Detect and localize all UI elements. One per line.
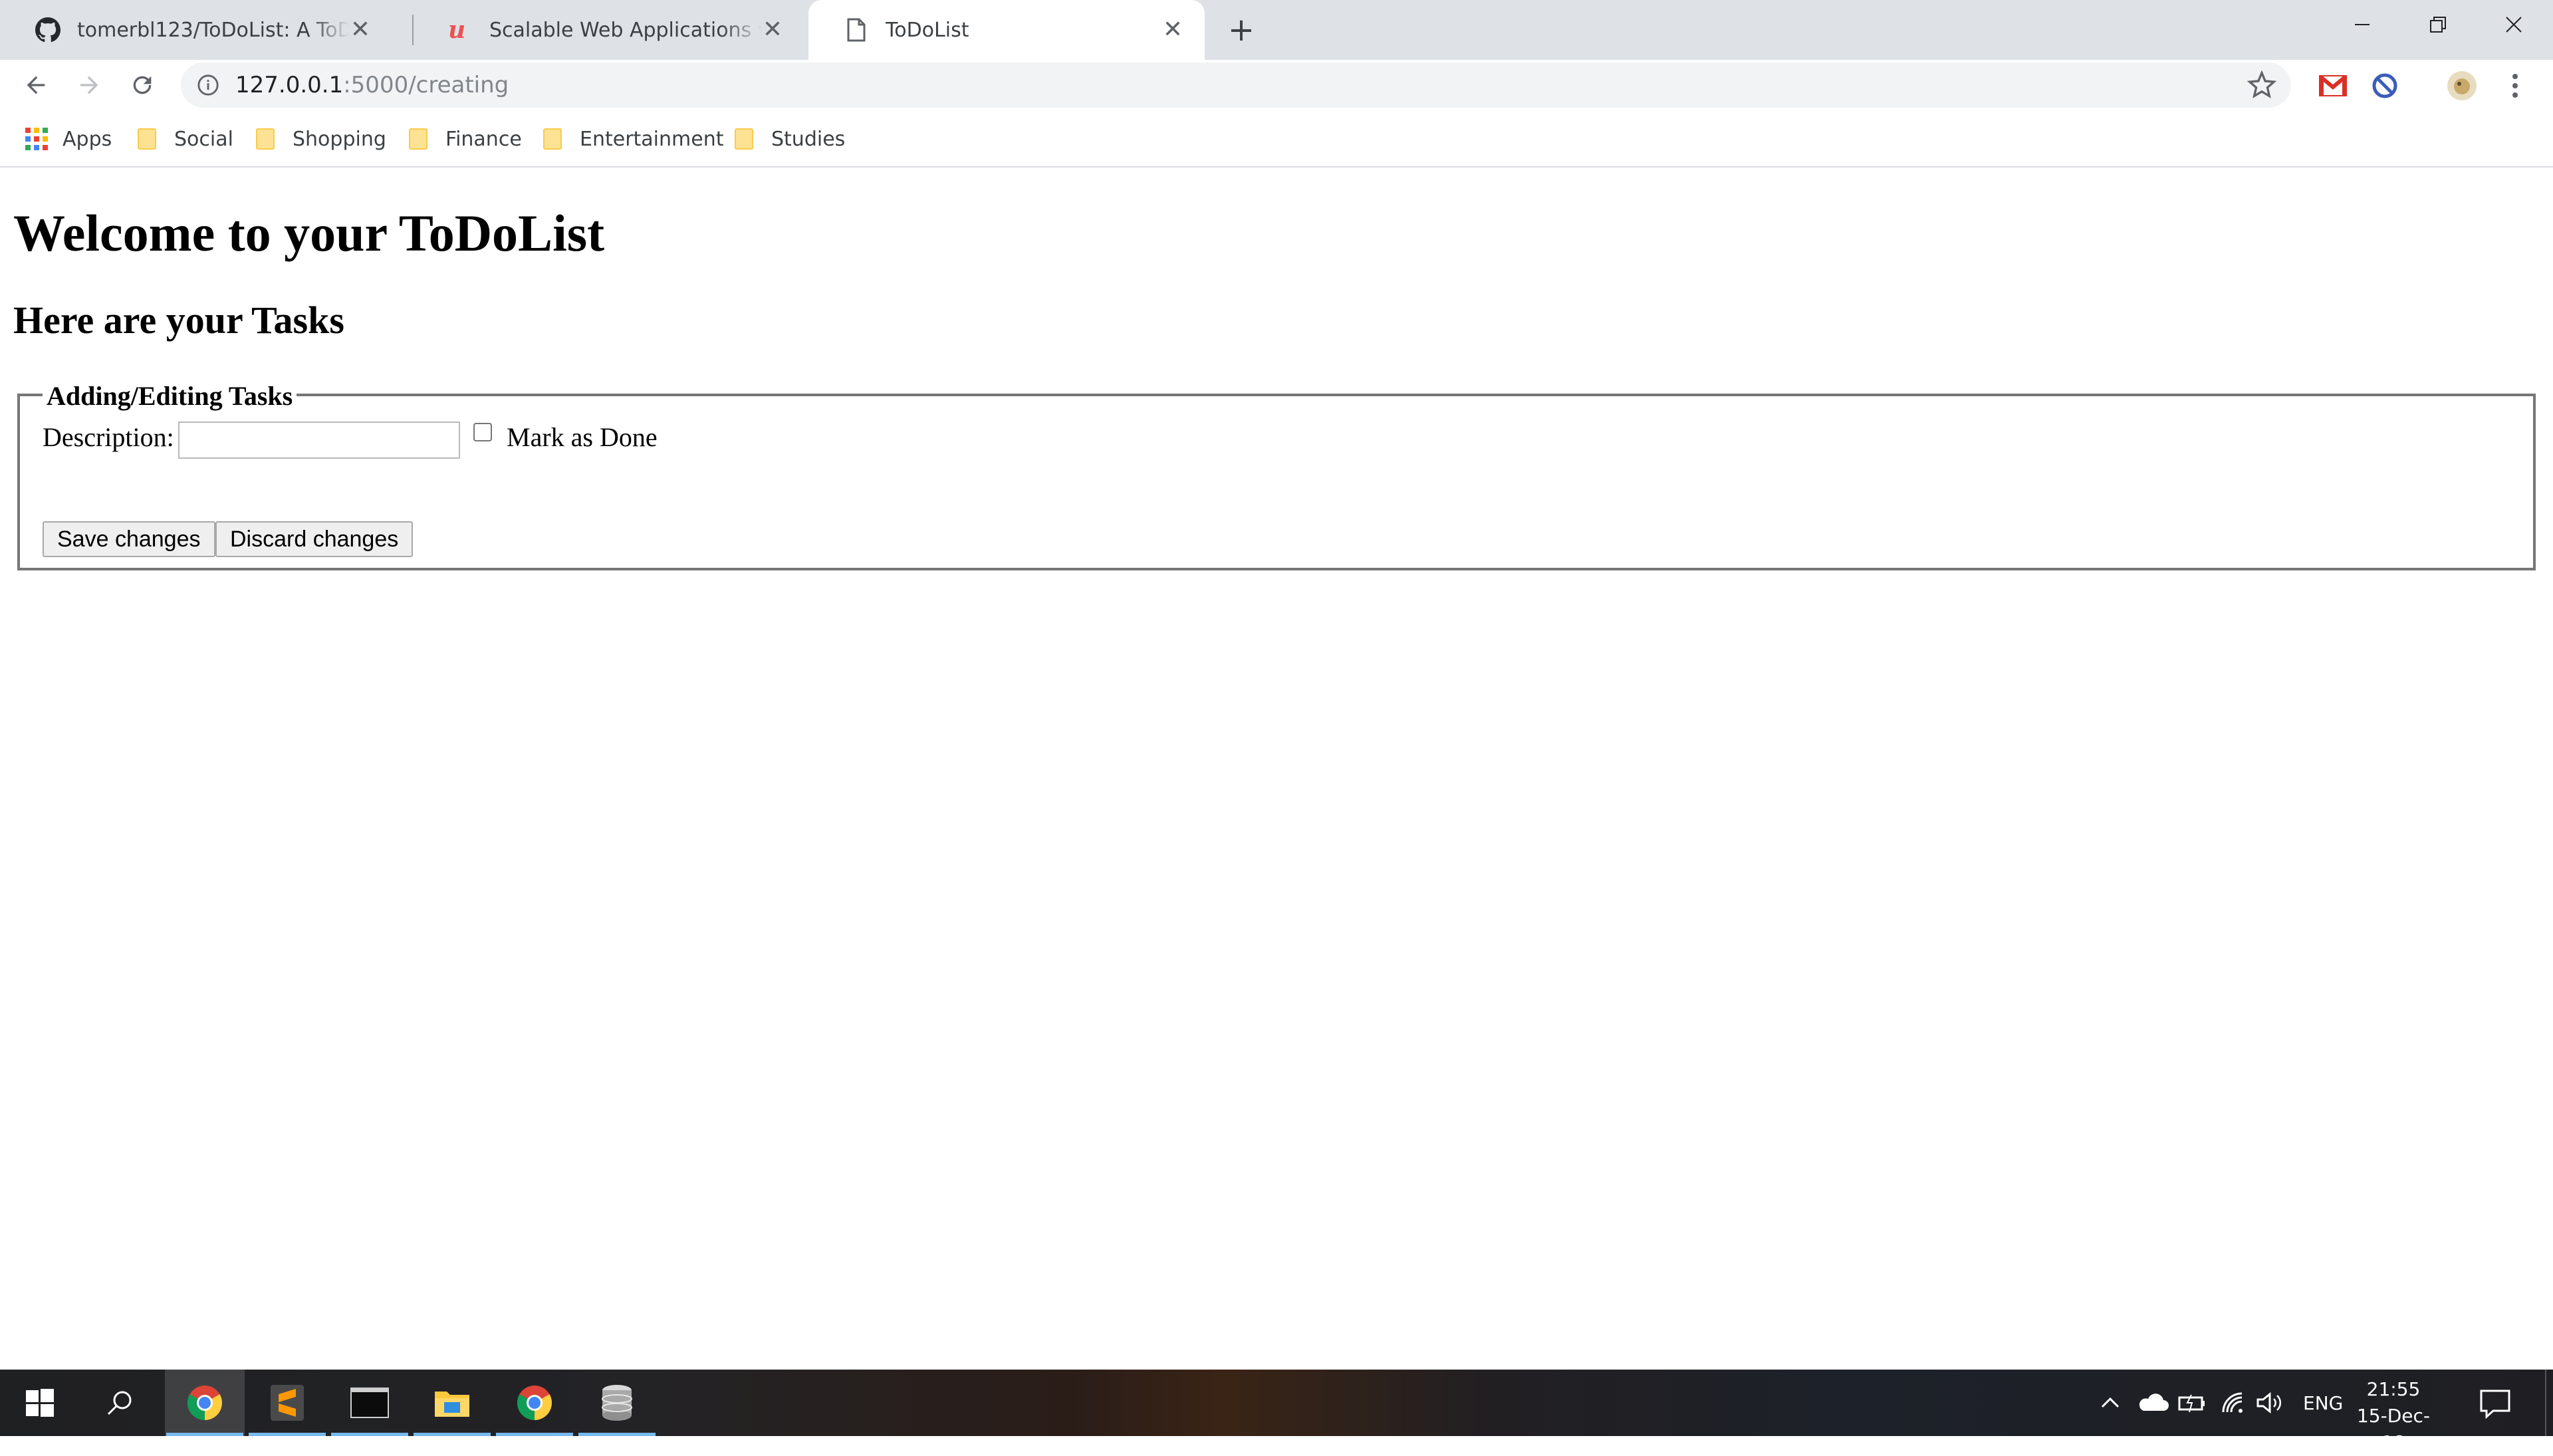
taskbar-chrome-2[interactable]: [495, 1370, 574, 1436]
start-button[interactable]: [0, 1370, 80, 1436]
taskbar-file-explorer[interactable]: [412, 1370, 492, 1436]
mark-as-done-label: Mark as Done: [507, 422, 658, 452]
profile-avatar[interactable]: [2445, 69, 2479, 102]
folder-icon: [256, 128, 275, 150]
svg-text:u: u: [448, 17, 465, 43]
page-subtitle: Here are your Tasks: [13, 299, 344, 342]
tray-show-hidden-icon[interactable]: [2098, 1370, 2122, 1436]
bookmark-entertainment[interactable]: Entertainment: [543, 122, 723, 156]
folder-icon: [735, 128, 753, 150]
github-icon: [35, 17, 61, 43]
chrome-icon: [517, 1386, 552, 1420]
browser-tabstrip: tomerbl123/ToDoList: A ToDoList ✕ u Scal…: [0, 0, 2553, 60]
browser-menu-button[interactable]: [2498, 69, 2532, 102]
tab-todolist[interactable]: ToDoList ✕: [808, 0, 1205, 60]
language-label: ENG: [2303, 1392, 2344, 1414]
close-tab-icon[interactable]: ✕: [759, 17, 786, 43]
bookmark-label: Shopping: [293, 127, 386, 151]
show-desktop-button[interactable]: [2545, 1370, 2553, 1436]
forward-arrow-icon: [80, 76, 98, 94]
volume-icon[interactable]: [2255, 1370, 2284, 1436]
browser-toolbar: 127.0.0.1:5000/creating: [0, 60, 2553, 110]
battery-icon[interactable]: [2177, 1370, 2207, 1436]
file-explorer-icon: [435, 1392, 469, 1417]
database-icon: [602, 1385, 632, 1421]
search-button[interactable]: [80, 1370, 160, 1436]
system-clock[interactable]: 21:55 15-Dec-18: [2347, 1376, 2440, 1456]
folder-icon: [543, 128, 562, 150]
info-icon: [197, 74, 219, 96]
close-window-button[interactable]: [2476, 0, 2552, 49]
bookmark-label: Apps: [62, 127, 112, 151]
discard-changes-button[interactable]: Discard changes: [215, 521, 414, 557]
mark-as-done-checkbox[interactable]: [473, 423, 492, 441]
url-host: 127.0.0.1: [235, 72, 344, 98]
search-icon: [107, 1391, 132, 1415]
task-form-fieldset: Adding/Editing Tasks Description: Mark a…: [17, 380, 2536, 570]
reload-icon: [133, 76, 152, 94]
close-tab-icon[interactable]: ✕: [1159, 17, 1186, 43]
bookmark-label: Entertainment: [580, 127, 724, 151]
bookmarks-bar: Apps Social Shopping Finance Entertainme…: [0, 110, 2553, 168]
apps-grid-icon: [25, 128, 48, 150]
restore-button[interactable]: [2400, 0, 2476, 49]
bookmark-finance[interactable]: Finance: [408, 122, 522, 156]
blocker-extension-icon[interactable]: [2368, 69, 2401, 102]
taskbar-chrome[interactable]: [165, 1370, 245, 1436]
windows-start-icon: [26, 1389, 54, 1417]
tab-title: ToDoList: [886, 18, 969, 42]
tab-udemy[interactable]: u Scalable Web Applications with P ✕: [412, 0, 804, 60]
bookmark-label: Social: [174, 127, 233, 151]
bookmark-star-icon[interactable]: [2247, 70, 2276, 100]
more-vert-icon: [2512, 74, 2518, 98]
back-arrow-icon: [27, 76, 45, 94]
udemy-icon: u: [447, 17, 473, 43]
clock-date: 15-Dec-18: [2356, 1405, 2431, 1453]
chrome-icon: [187, 1386, 222, 1420]
language-indicator[interactable]: ENG: [2303, 1370, 2343, 1436]
action-center-icon[interactable]: [2479, 1387, 2512, 1420]
back-button[interactable]: [15, 64, 57, 106]
taskbar-sublime-text[interactable]: [247, 1370, 327, 1436]
onedrive-icon[interactable]: [2137, 1370, 2169, 1436]
bookmark-label: Finance: [445, 127, 522, 151]
url-path: :5000/creating: [343, 72, 509, 98]
windows-taskbar: ENG 21:55 15-Dec-18: [0, 1370, 2553, 1453]
save-changes-button[interactable]: Save changes: [43, 521, 215, 557]
description-input[interactable]: [178, 422, 460, 459]
bookmark-label: Studies: [771, 127, 846, 151]
sublime-text-icon: [271, 1385, 304, 1421]
minimize-button[interactable]: [2324, 0, 2400, 49]
gmail-extension-icon[interactable]: [2316, 69, 2350, 102]
bookmark-social[interactable]: Social: [137, 122, 233, 156]
fieldset-legend: Adding/Editing Tasks: [43, 380, 297, 412]
page-title: Welcome to your ToDoList: [13, 204, 605, 262]
tab-github[interactable]: tomerbl123/ToDoList: A ToDoList ✕: [0, 0, 392, 60]
bookmark-apps[interactable]: Apps: [25, 122, 112, 156]
close-tab-icon[interactable]: ✕: [347, 17, 374, 43]
new-tab-button[interactable]: +: [1223, 12, 1259, 48]
tab-title: tomerbl123/ToDoList: A ToDoList: [77, 18, 350, 42]
address-bar[interactable]: 127.0.0.1:5000/creating: [181, 62, 2291, 108]
taskbar-database[interactable]: [577, 1370, 657, 1436]
page-icon: [843, 17, 870, 43]
bookmark-studies[interactable]: Studies: [734, 122, 845, 156]
terminal-icon: [350, 1388, 389, 1418]
reload-button[interactable]: [121, 64, 164, 106]
tab-title: Scalable Web Applications with P: [489, 18, 762, 42]
page-content: Welcome to your ToDoList Here are your T…: [0, 168, 2553, 1370]
taskbar-terminal[interactable]: [330, 1370, 410, 1436]
description-label: Description:: [43, 422, 174, 452]
bookmark-shopping[interactable]: Shopping: [255, 122, 386, 156]
clock-time: 21:55: [2366, 1378, 2421, 1400]
folder-icon: [138, 128, 156, 150]
wifi-icon[interactable]: [2221, 1370, 2247, 1436]
folder-icon: [409, 128, 427, 150]
forward-button[interactable]: [68, 64, 110, 106]
